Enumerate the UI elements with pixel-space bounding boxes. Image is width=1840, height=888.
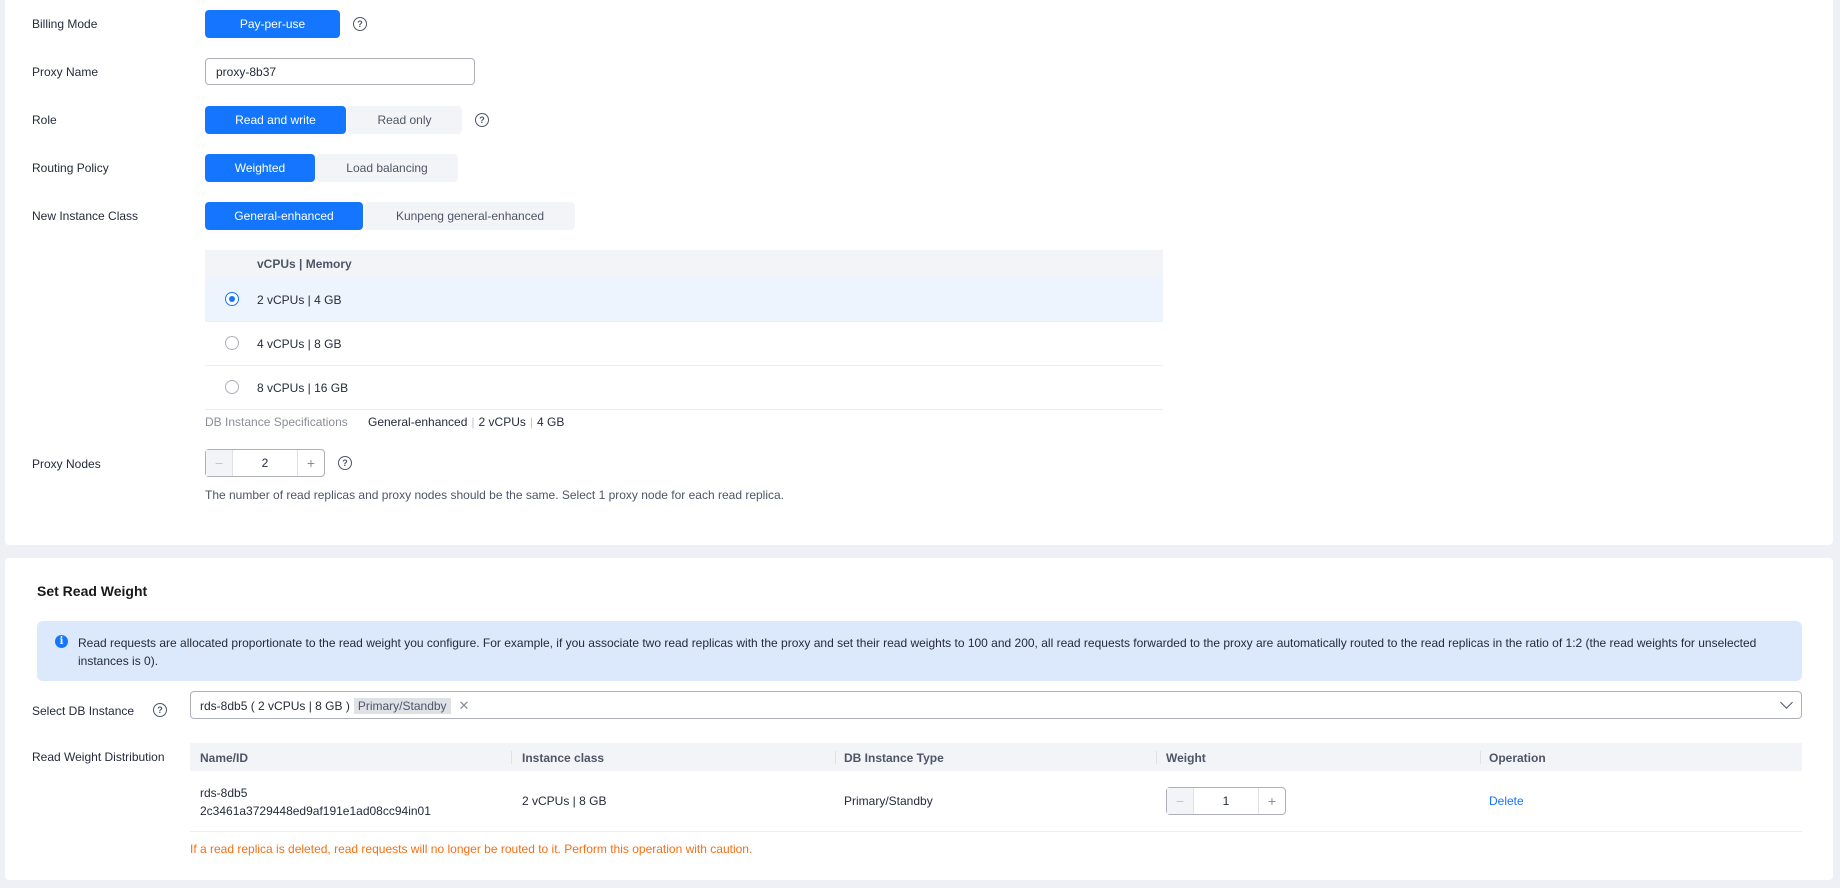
minus-icon[interactable]: − bbox=[1167, 788, 1193, 814]
routing-policy-label: Routing Policy bbox=[32, 161, 109, 175]
tag-text: rds-8db5 ( 2 vCPUs | 8 GB ) bbox=[200, 698, 350, 713]
radio-icon[interactable] bbox=[225, 336, 239, 350]
billing-mode-label: Billing Mode bbox=[32, 17, 98, 31]
db-spec-memory: 4 GB bbox=[537, 415, 565, 429]
select-db-help-icon[interactable]: ? bbox=[153, 703, 167, 717]
col-operation: Operation bbox=[1489, 751, 1546, 765]
instance-spec-table: vCPUs | Memory 2 vCPUs | 4 GB 4 vCPUs | … bbox=[205, 250, 1163, 410]
radio-selected-icon[interactable] bbox=[225, 292, 239, 306]
radio-icon[interactable] bbox=[225, 380, 239, 394]
table-header: Name/ID Instance class DB Instance Type … bbox=[190, 743, 1802, 771]
db-instance-select[interactable]: rds-8db5 ( 2 vCPUs | 8 GB ) Primary/Stan… bbox=[190, 691, 1802, 719]
proxy-name-label: Proxy Name bbox=[32, 65, 99, 79]
read-weight-distribution-label: Read Weight Distribution bbox=[32, 750, 165, 764]
row-name-id: rds-8db5 2c3461a3729448ed9af191e1ad08cc9… bbox=[200, 784, 431, 820]
read-weight-table: Name/ID Instance class DB Instance Type … bbox=[190, 743, 1802, 832]
spec-row[interactable]: 8 vCPUs | 16 GB bbox=[205, 366, 1163, 410]
role-help-icon[interactable]: ? bbox=[475, 113, 489, 127]
db-spec-label: DB Instance Specifications bbox=[205, 415, 348, 429]
spec-row-label: 2 vCPUs | 4 GB bbox=[257, 293, 342, 307]
proxy-nodes-help-icon[interactable]: ? bbox=[338, 456, 352, 470]
spec-header-text: vCPUs | Memory bbox=[257, 257, 352, 271]
delete-link[interactable]: Delete bbox=[1489, 794, 1524, 808]
pay-per-use-button[interactable]: Pay-per-use bbox=[205, 10, 340, 38]
weight-value[interactable]: 1 bbox=[1193, 788, 1259, 814]
row-name: rds-8db5 bbox=[200, 786, 248, 800]
separator: | bbox=[471, 415, 475, 429]
tag-type-chip: Primary/Standby bbox=[353, 697, 451, 714]
chevron-down-icon[interactable] bbox=[1780, 696, 1793, 709]
delete-warning: If a read replica is deleted, read reque… bbox=[190, 842, 753, 856]
spec-row-label: 4 vCPUs | 8 GB bbox=[257, 337, 342, 351]
routing-weighted-button[interactable]: Weighted bbox=[205, 154, 315, 182]
plus-icon[interactable]: + bbox=[298, 450, 324, 476]
role-read-write-button[interactable]: Read and write bbox=[205, 106, 346, 134]
spec-row[interactable]: 4 vCPUs | 8 GB bbox=[205, 322, 1163, 366]
proxy-nodes-label: Proxy Nodes bbox=[32, 457, 101, 471]
spec-table-header: vCPUs | Memory bbox=[205, 250, 1163, 278]
col-divider bbox=[1480, 751, 1481, 764]
proxy-name-input[interactable] bbox=[205, 58, 475, 85]
info-icon: i bbox=[55, 635, 68, 648]
role-read-only-button[interactable]: Read only bbox=[347, 106, 462, 134]
col-divider bbox=[1156, 751, 1157, 764]
db-spec-type: General-enhanced bbox=[368, 415, 468, 429]
separator: | bbox=[529, 415, 533, 429]
info-text: Read requests are allocated proportionat… bbox=[78, 636, 1757, 668]
row-instance-class: 2 vCPUs | 8 GB bbox=[522, 794, 607, 808]
routing-load-balancing-button[interactable]: Load balancing bbox=[316, 154, 458, 182]
db-spec-vcpus: 2 vCPUs bbox=[478, 415, 526, 429]
row-type: Primary/Standby bbox=[844, 794, 933, 808]
spec-row-label: 8 vCPUs | 16 GB bbox=[257, 381, 349, 395]
class-kunpeng-button[interactable]: Kunpeng general-enhanced bbox=[365, 202, 575, 230]
spec-row[interactable]: 2 vCPUs | 4 GB bbox=[205, 278, 1163, 322]
col-db-instance-type: DB Instance Type bbox=[844, 751, 944, 765]
row-id: 2c3461a3729448ed9af191e1ad08cc94in01 bbox=[200, 804, 431, 818]
col-instance-class: Instance class bbox=[522, 751, 605, 765]
col-divider bbox=[511, 751, 512, 764]
table-row: rds-8db5 2c3461a3729448ed9af191e1ad08cc9… bbox=[190, 771, 1802, 832]
read-weight-title: Set Read Weight bbox=[37, 583, 148, 599]
role-label: Role bbox=[32, 113, 57, 127]
proxy-nodes-value[interactable]: 2 bbox=[232, 450, 298, 476]
proxy-nodes-hint: The number of read replicas and proxy no… bbox=[205, 488, 785, 502]
close-icon[interactable]: ✕ bbox=[459, 698, 470, 714]
minus-icon[interactable]: − bbox=[206, 450, 232, 476]
select-db-instance-label: Select DB Instance bbox=[32, 704, 135, 718]
billing-mode-help-icon[interactable]: ? bbox=[353, 17, 367, 31]
col-name-id: Name/ID bbox=[200, 751, 249, 765]
proxy-nodes-stepper[interactable]: − 2 + bbox=[205, 449, 325, 477]
col-divider bbox=[835, 751, 836, 764]
plus-icon[interactable]: + bbox=[1259, 788, 1285, 814]
instance-class-label: New Instance Class bbox=[32, 209, 139, 223]
col-weight: Weight bbox=[1166, 751, 1206, 765]
info-banner: i Read requests are allocated proportion… bbox=[37, 621, 1802, 681]
db-spec-value: General-enhanced | 2 vCPUs | 4 GB bbox=[368, 415, 564, 429]
class-general-enhanced-button[interactable]: General-enhanced bbox=[205, 202, 363, 230]
weight-stepper[interactable]: − 1 + bbox=[1166, 787, 1286, 815]
selected-instance-tag: rds-8db5 ( 2 vCPUs | 8 GB ) Primary/Stan… bbox=[200, 697, 469, 714]
